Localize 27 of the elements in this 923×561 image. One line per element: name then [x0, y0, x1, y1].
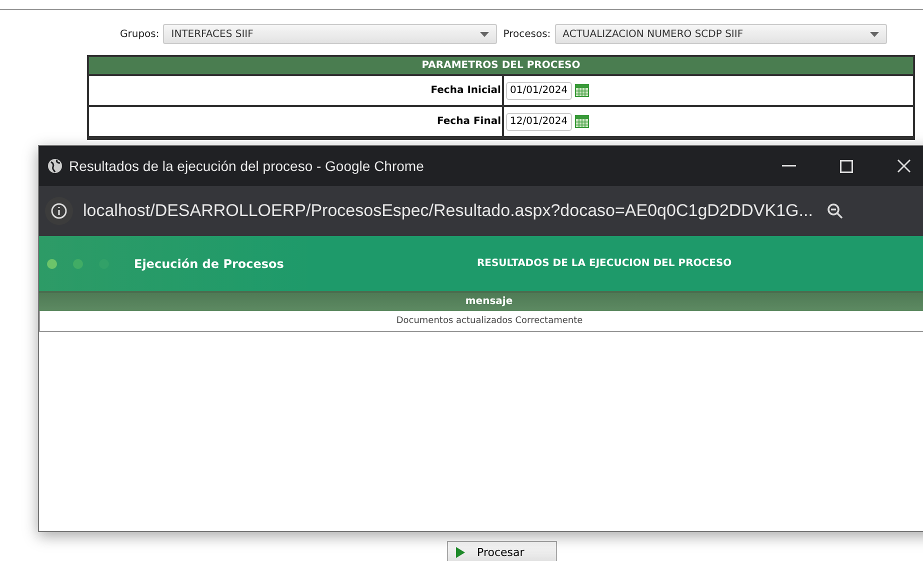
caret-icon: [480, 32, 490, 36]
zoom-icon[interactable]: [826, 203, 843, 219]
window-title: Resultados de la ejecución del proceso - Google Chrome: [69, 158, 424, 174]
info-icon[interactable]: [45, 197, 73, 225]
caret-icon: [870, 32, 879, 36]
column-header: mensaje: [39, 291, 923, 311]
table-header: PARAMETROS DEL PROCESO: [89, 55, 913, 76]
field-label: Fecha Final: [89, 107, 504, 136]
dropdown[interactable]: ACTUALIZACION NUMERO SCDP SIIF: [554, 24, 887, 44]
filter-label: Procesos:: [503, 28, 551, 40]
maximize-icon[interactable]: [840, 160, 853, 172]
dropdown[interactable]: INTERFACES SIIF: [163, 24, 498, 44]
app-title: Ejecución de Procesos: [134, 256, 284, 270]
date-field[interactable]: 12/01/2024: [506, 112, 572, 130]
page-heading: RESULTADOS DE LA EJECUCION DEL PROCESO: [476, 258, 732, 269]
table-cell-text: Documentos actualizados Correctamente: [395, 315, 584, 328]
minimize-icon[interactable]: [782, 165, 796, 167]
play-icon: [456, 546, 465, 558]
globe-icon: [47, 158, 63, 174]
filter-label: Grupos:: [120, 28, 160, 40]
close-icon[interactable]: [897, 159, 911, 173]
field-label: Fecha Inicial: [89, 76, 504, 105]
calendar-icon[interactable]: [575, 84, 589, 97]
date-field[interactable]: 01/01/2024: [506, 82, 572, 100]
dots-icon: [47, 258, 109, 268]
process-button[interactable]: Procesar: [447, 541, 557, 561]
calendar-icon[interactable]: [575, 115, 589, 128]
